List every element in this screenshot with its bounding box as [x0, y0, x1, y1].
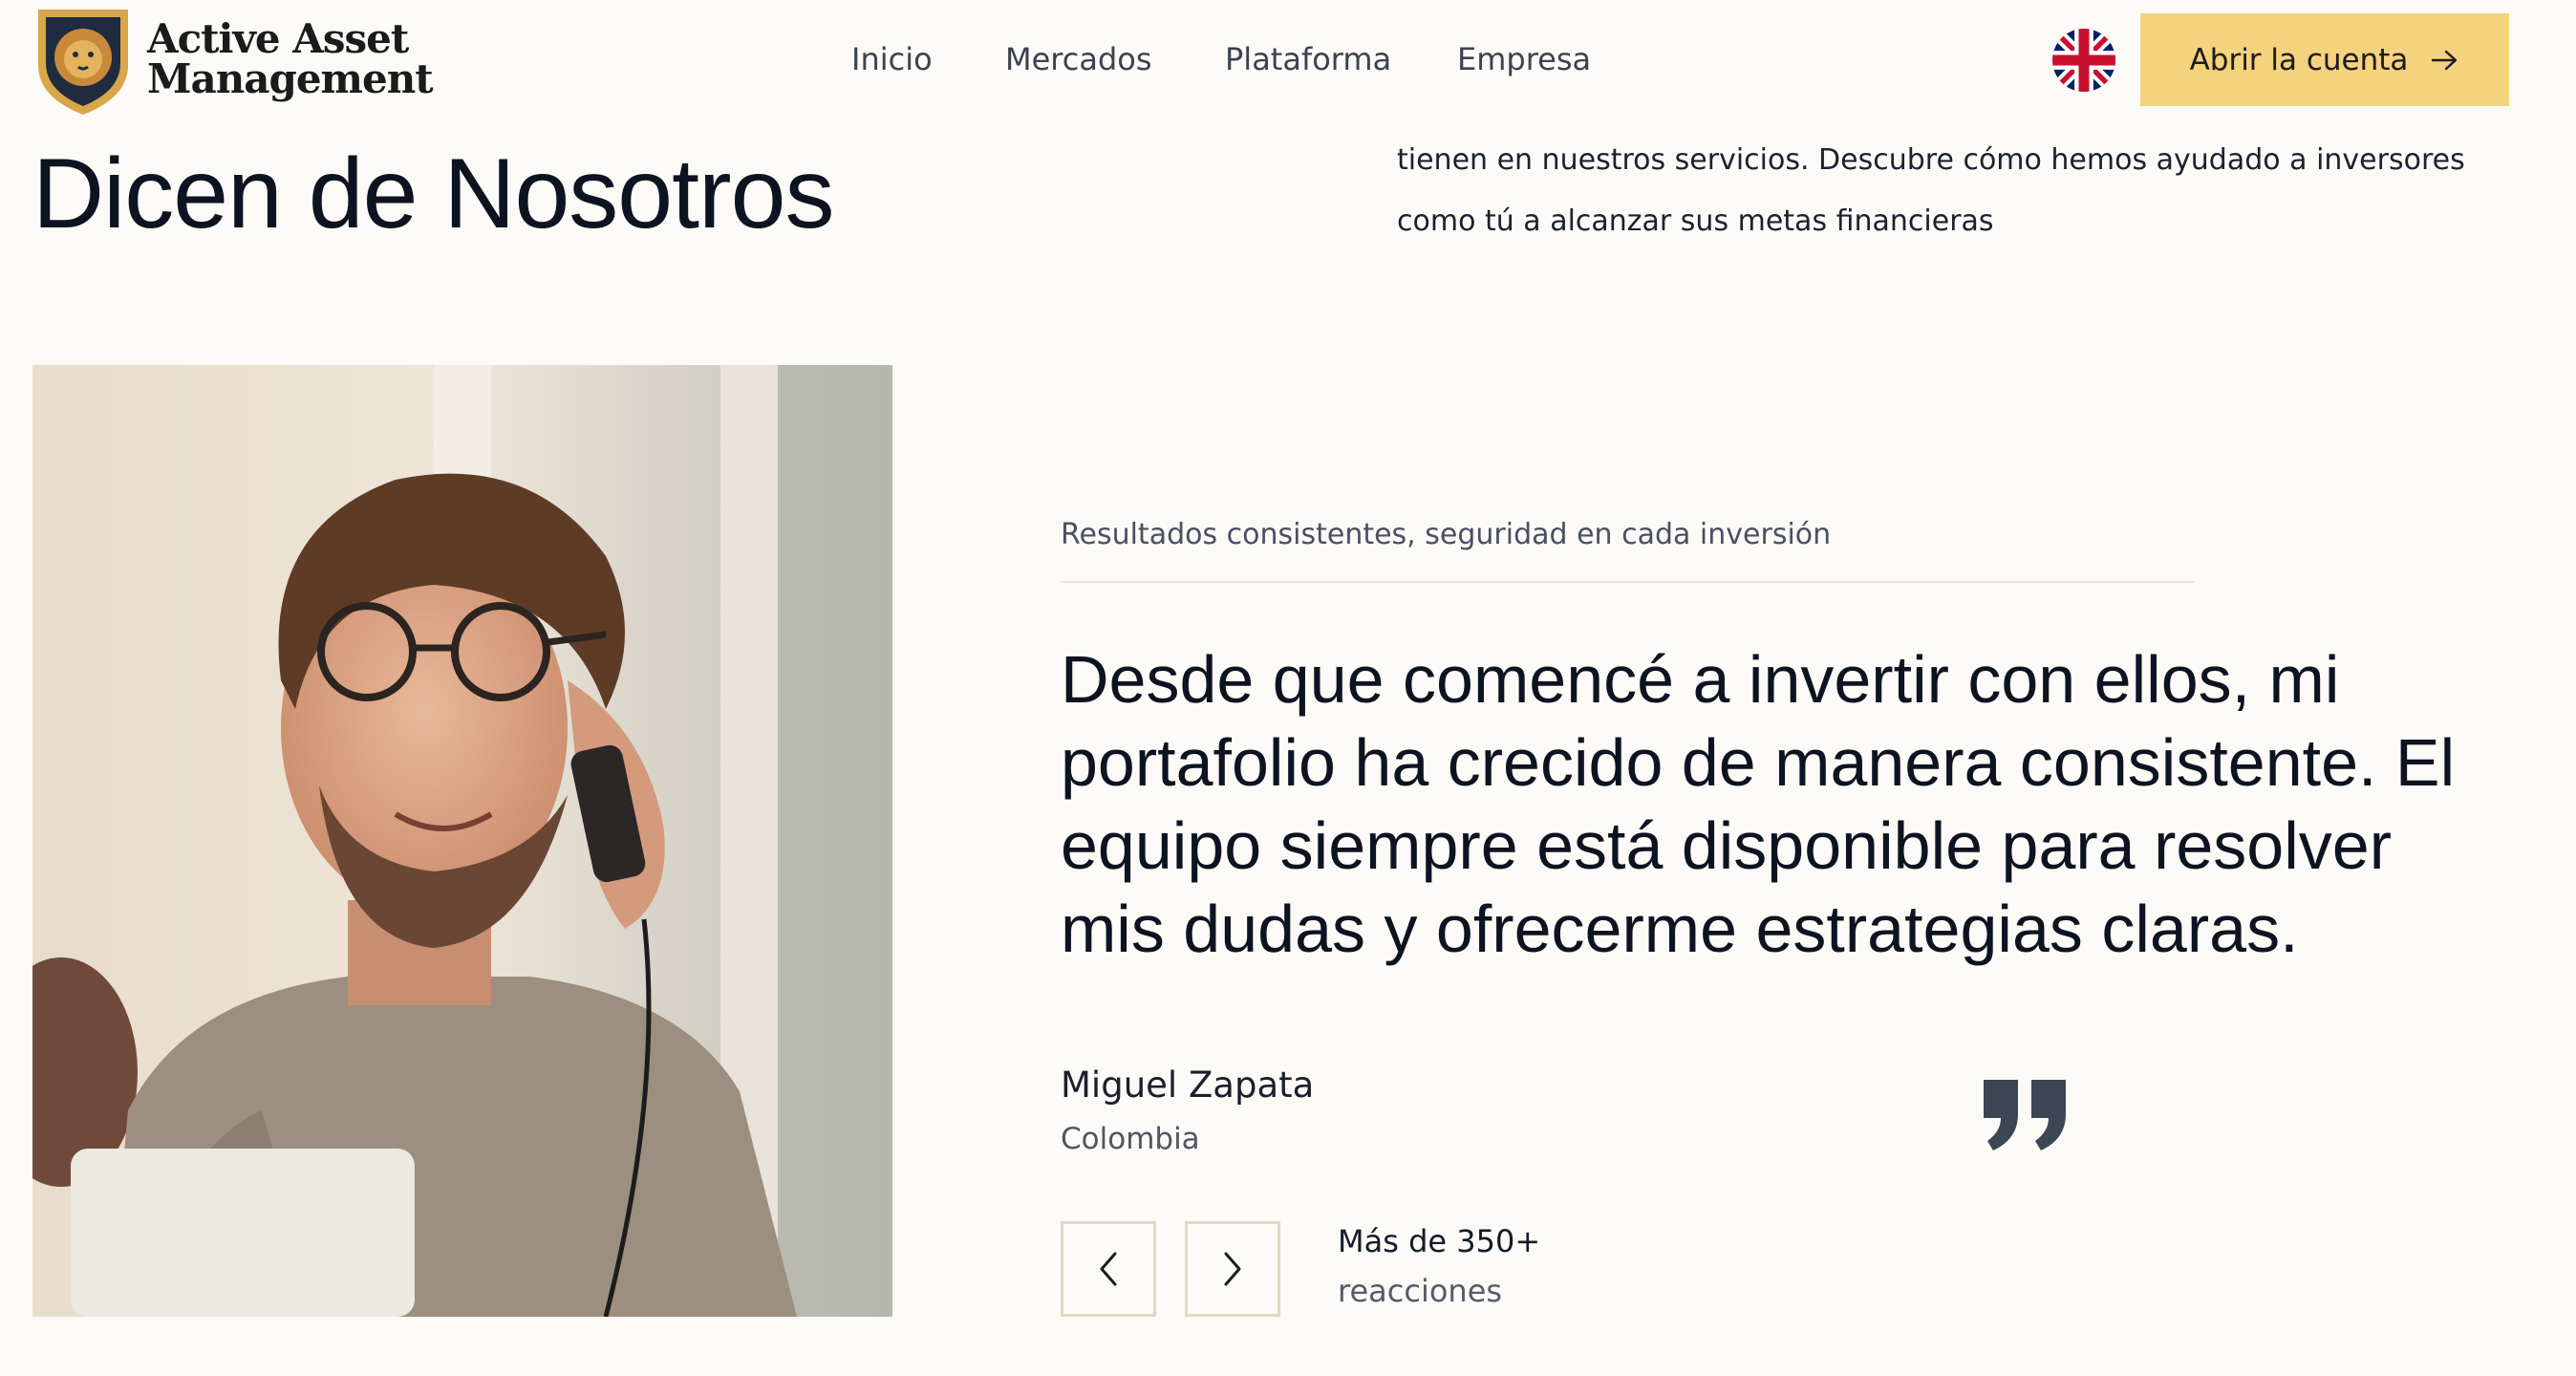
brand-name-line1: Active Asset	[147, 15, 409, 62]
author-name: Miguel Zapata	[1061, 1064, 1315, 1106]
testimonial-photo	[32, 365, 892, 1317]
arrow-right-icon	[2432, 50, 2458, 70]
prev-testimonial-button[interactable]	[1061, 1221, 1156, 1317]
section-description: tienen en nuestros servicios. Descubre c…	[1397, 143, 2465, 238]
section-title: Dicen de Nosotros	[32, 139, 835, 249]
brand-name: Active Asset Management	[147, 15, 434, 102]
chevron-right-icon	[1224, 1252, 1241, 1286]
divider	[1061, 581, 2194, 583]
reactions-count: Más de 350+	[1338, 1223, 1541, 1259]
nav-item-mercados[interactable]: Mercados	[1005, 36, 1152, 82]
nav-item-inicio[interactable]: Inicio	[851, 36, 933, 82]
chevron-left-icon	[1100, 1252, 1117, 1286]
open-account-label: Abrir la cuenta	[2189, 42, 2409, 77]
lion-shield-icon	[38, 10, 128, 115]
quote-mark-icon	[1984, 1080, 2066, 1150]
author-country: Colombia	[1061, 1122, 1200, 1156]
testimonial-quote: Desde que comencé a invertir con ellos, …	[1061, 642, 2456, 966]
open-account-button[interactable]: Abrir la cuenta	[2140, 13, 2509, 106]
reactions-label: reacciones	[1338, 1273, 1503, 1309]
uk-flag-icon[interactable]	[2052, 29, 2115, 92]
testimonial-kicker: Resultados consistentes, seguridad en ca…	[1061, 518, 1832, 551]
brand-logo[interactable]: Active Asset Management	[31, 2, 434, 117]
page: Active Asset Management Inicio Mercados …	[0, 0, 2576, 1376]
next-testimonial-button[interactable]	[1185, 1221, 1280, 1317]
nav-item-empresa[interactable]: Empresa	[1457, 36, 1591, 82]
brand-name-line2: Management	[147, 55, 434, 102]
nav-item-plataforma[interactable]: Plataforma	[1225, 36, 1391, 82]
